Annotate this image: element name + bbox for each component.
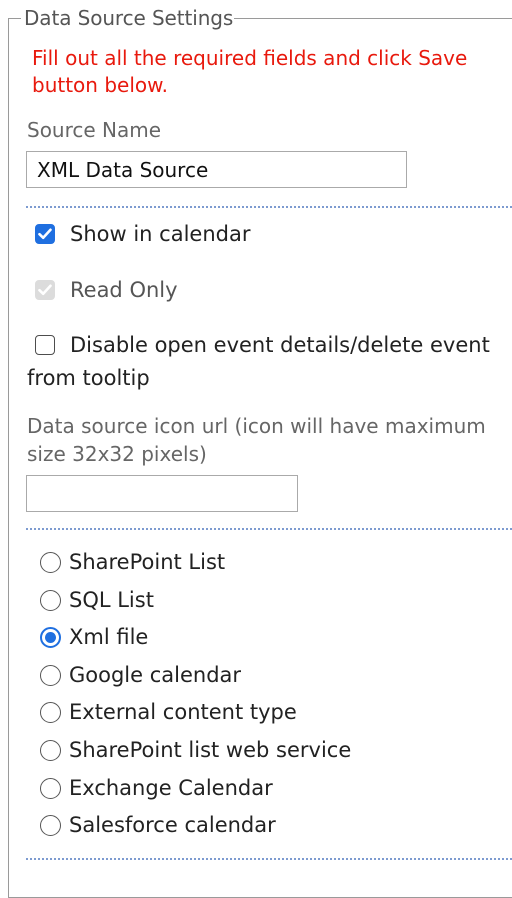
radio-button[interactable]	[40, 814, 61, 836]
checkmark-icon	[38, 284, 52, 296]
source-name-input[interactable]	[26, 151, 407, 188]
source-type-external-content-type[interactable]: External content type	[40, 699, 297, 725]
read-only-label: Read Only	[70, 278, 178, 302]
fieldset-legend: Data Source Settings	[21, 6, 235, 30]
disable-tooltip-checkbox[interactable]	[35, 335, 55, 355]
radio-button[interactable]	[40, 777, 61, 799]
radio-button[interactable]	[40, 551, 61, 573]
radio-button[interactable]	[40, 739, 61, 761]
icon-url-input[interactable]	[26, 475, 298, 512]
radio-button[interactable]	[40, 664, 61, 686]
source-type-sharepoint-list-web-service[interactable]: SharePoint list web service	[40, 737, 351, 763]
source-type-label: Salesforce calendar	[69, 813, 276, 837]
radio-button[interactable]	[40, 701, 61, 723]
radio-button-selected[interactable]	[40, 626, 61, 648]
show-in-calendar-checkbox[interactable]	[35, 224, 55, 244]
disable-tooltip-label: Disable open event details/delete event …	[27, 333, 490, 390]
source-type-label: SharePoint list web service	[69, 738, 352, 762]
source-type-label: SQL List	[69, 588, 154, 612]
checkmark-icon	[38, 228, 52, 240]
source-type-label: SharePoint List	[69, 550, 226, 574]
source-type-sharepoint-list[interactable]: SharePoint List	[40, 549, 225, 575]
source-name-label: Source Name	[27, 118, 162, 142]
read-only-checkbox	[35, 280, 55, 300]
section-separator	[26, 528, 512, 530]
read-only-option: Read Only	[35, 278, 178, 302]
section-separator	[26, 858, 512, 860]
source-type-salesforce-calendar[interactable]: Salesforce calendar	[40, 812, 276, 838]
source-type-label: Xml file	[69, 625, 149, 649]
source-type-label: Google calendar	[69, 663, 242, 687]
source-type-label: External content type	[69, 700, 297, 724]
source-type-exchange-calendar[interactable]: Exchange Calendar	[40, 775, 273, 801]
source-type-google-calendar[interactable]: Google calendar	[40, 662, 241, 688]
source-type-label: Exchange Calendar	[69, 776, 273, 800]
show-in-calendar-label: Show in calendar	[70, 222, 251, 246]
section-separator	[26, 206, 512, 208]
radio-button[interactable]	[40, 589, 61, 611]
required-fields-message: Fill out all the required fields and cli…	[32, 46, 468, 97]
source-type-sql-list[interactable]: SQL List	[40, 587, 154, 613]
disable-tooltip-option[interactable]: Disable open event details/delete event …	[27, 329, 497, 395]
icon-url-label: Data source icon url (icon will have max…	[27, 414, 486, 466]
source-type-xml-file[interactable]: Xml file	[40, 624, 148, 650]
show-in-calendar-option[interactable]: Show in calendar	[35, 222, 250, 246]
